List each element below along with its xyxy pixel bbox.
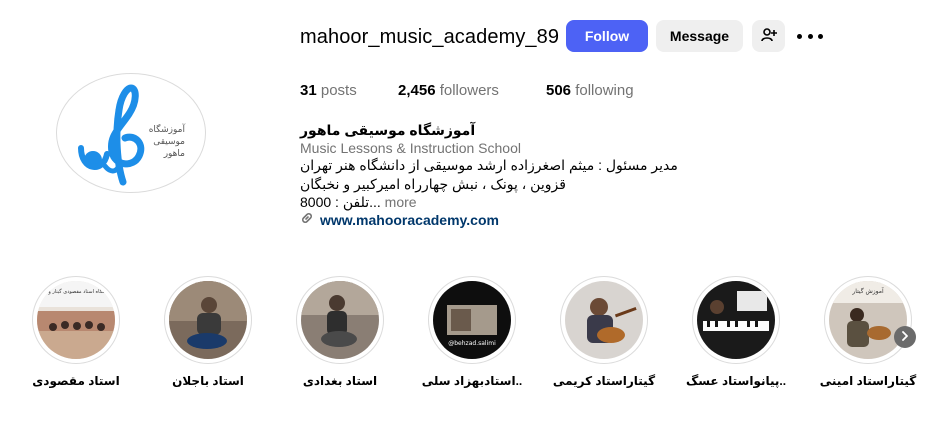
bio-phone: تلفن : 8000... [300, 194, 381, 210]
highlight-cover: @behzad.salimi [433, 281, 511, 359]
highlight-label: گیتاراستاد امینی [819, 374, 917, 388]
highlight-label: استاد مقصودی [32, 374, 120, 388]
highlight-cover: نمایشگاه استاد مقصودی گیتار و تنبک [37, 281, 115, 359]
bio-more-link[interactable]: more [385, 194, 417, 210]
bio-category: Music Lessons & Instruction School [300, 140, 521, 156]
bio-line: قزوین ، پونک ، نبش چهارراه امیرکبیر و نخ… [300, 176, 566, 192]
website-link[interactable]: www.mahooracademy.com [300, 211, 499, 228]
highlight-item[interactable]: نمایشگاه استاد مقصودی گیتار و تنبک استاد… [32, 276, 120, 388]
highlight-label: استادبهزاد سلی.. [421, 374, 523, 388]
highlights-next-button[interactable] [894, 326, 916, 348]
follow-button[interactable]: Follow [566, 20, 648, 52]
svg-text:نمایشگاه استاد مقصودی گیتار و: نمایشگاه استاد مقصودی گیتار و تنبک [38, 288, 114, 295]
highlight-cover [169, 281, 247, 359]
suggest-users-button[interactable] [752, 20, 785, 52]
add-user-icon [760, 27, 777, 46]
message-button[interactable]: Message [656, 20, 743, 52]
profile-avatar[interactable]: آموزشگاه موسیقی ماهور [56, 73, 206, 193]
highlight-label: استاد باجلان [172, 374, 244, 388]
svg-text:ماهور: ماهور [163, 149, 185, 159]
bio-line: مدیر مسئول : میثم اصغرزاده ارشد موسیقی ا… [300, 157, 678, 173]
highlight-cover [697, 281, 775, 359]
svg-text:آموزشگاه: آموزشگاه [149, 123, 186, 135]
more-options-button[interactable] [797, 28, 823, 44]
highlight-item[interactable]: گیتاراستاد کریمی [553, 276, 655, 388]
chevron-right-icon [900, 328, 910, 346]
link-icon [300, 211, 314, 228]
highlight-item[interactable]: پیانواستاد عسگ.. [686, 276, 786, 388]
svg-text:آموزش گیتار: آموزش گیتار [851, 286, 884, 295]
svg-text:موسیقی: موسیقی [153, 137, 185, 147]
highlight-label: پیانواستاد عسگ.. [685, 374, 787, 388]
highlight-item[interactable]: آموزش گیتار گیتاراستاد امینی [820, 276, 916, 388]
highlight-cover: آموزش گیتار [829, 281, 907, 359]
bio-name: آموزشگاه موسیقی ماهور [300, 122, 476, 138]
following-stat[interactable]: 506 following [546, 82, 634, 99]
bio-line: تلفن : 8000... more [300, 194, 417, 211]
svg-text:@behzad.salimi: @behzad.salimi [448, 340, 496, 347]
highlight-cover [301, 281, 379, 359]
posts-stat: 31 posts [300, 82, 357, 99]
highlight-item[interactable]: استاد باجلان [164, 276, 252, 388]
highlight-item[interactable]: استاد بغدادی [296, 276, 384, 388]
highlight-cover [565, 281, 643, 359]
highlight-label: استاد بغدادی [302, 374, 378, 388]
highlight-label: گیتاراستاد کریمی [552, 374, 656, 388]
profile-username: mahoor_music_academy_89 [300, 26, 560, 48]
more-icon [797, 33, 802, 39]
followers-stat[interactable]: 2,456 followers [398, 82, 499, 99]
highlight-item[interactable]: @behzad.salimi استادبهزاد سلی.. [422, 276, 522, 388]
